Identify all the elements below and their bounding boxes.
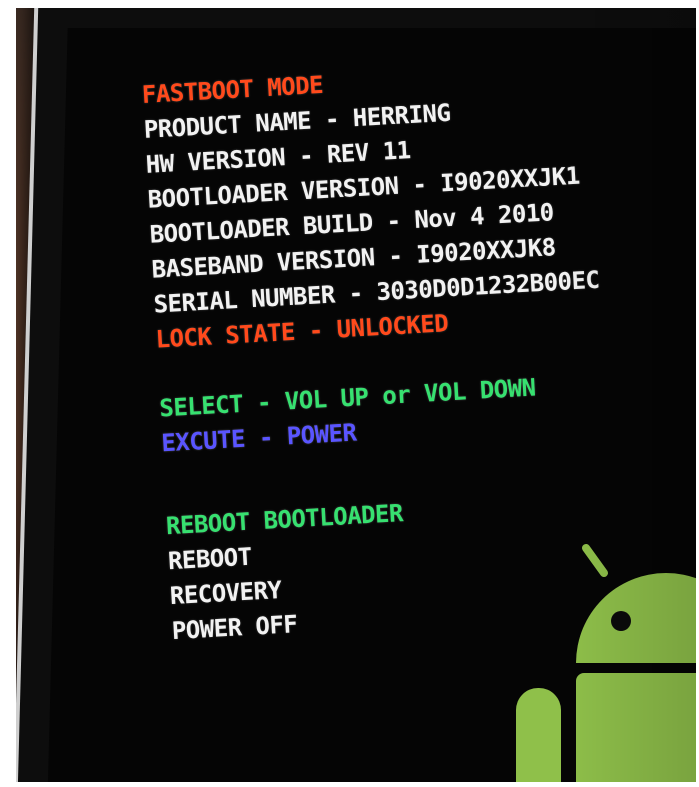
photo-frame: FASTBOOT MODE PRODUCT NAME - HERRING HW … — [0, 0, 699, 787]
photo: FASTBOOT MODE PRODUCT NAME - HERRING HW … — [16, 8, 696, 782]
android-robot-icon — [516, 544, 696, 782]
